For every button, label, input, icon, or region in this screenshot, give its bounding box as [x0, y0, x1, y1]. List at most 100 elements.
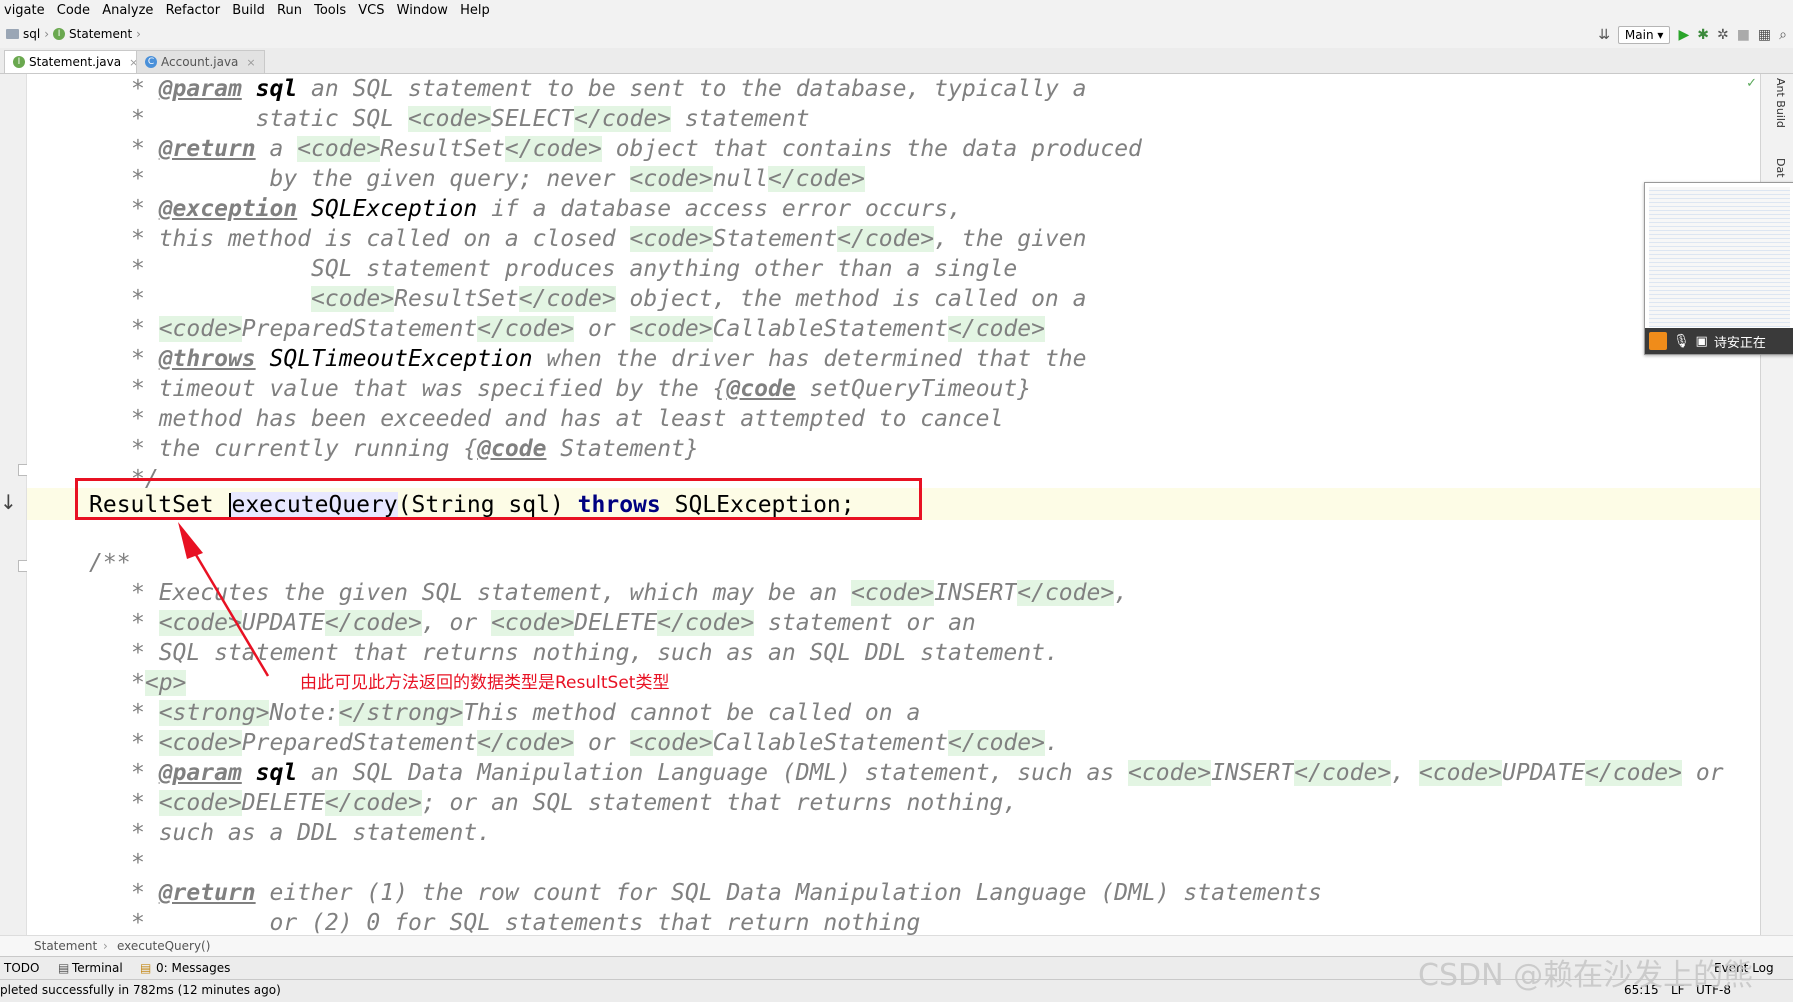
menu-analyze[interactable]: Analyze: [98, 0, 157, 18]
run-configuration-select[interactable]: Main ▾: [1617, 26, 1671, 44]
code-token: @param: [158, 76, 242, 102]
floating-video-thumbnail[interactable]: 🎙 ▣ 诗安正在: [1644, 182, 1793, 355]
toolbar: ⇊ Main ▾ ▶ ✱ ✲ ■ ▦ ⌕: [1598, 22, 1793, 48]
code-line[interactable]: * method has been exceeded and has at le…: [131, 404, 1003, 434]
code-token: an SQL statement to be sent to the datab…: [297, 76, 1087, 102]
code-line[interactable]: * such as a DDL statement.: [131, 818, 491, 848]
code-token: , or: [421, 610, 492, 636]
code-line[interactable]: * Executes the given SQL statement, whic…: [131, 578, 1128, 608]
inspection-ok-icon[interactable]: ✓: [1746, 76, 1757, 91]
menu-help[interactable]: Help: [456, 0, 494, 18]
code-token: INSERT: [1211, 760, 1295, 786]
code-token: statement or an: [754, 610, 976, 636]
code-token: ; or an SQL statement that returns nothi…: [421, 790, 1018, 816]
tab-statement-java[interactable]: I Statement.java ×: [4, 50, 148, 73]
code-token: <code>: [629, 166, 713, 192]
code-line[interactable]: * <code>UPDATE</code>, or <code>DELETE</…: [131, 608, 976, 638]
breadcrumb-project[interactable]: sql: [23, 27, 40, 41]
code-line[interactable]: * SQL statement that returns nothing, su…: [131, 638, 1059, 668]
code-line[interactable]: * SQL statement produces anything other …: [131, 254, 1017, 284]
debug-icon[interactable]: ✱: [1697, 27, 1709, 43]
code-token: <p>: [144, 670, 187, 696]
menu-navigate[interactable]: vigate: [0, 0, 49, 18]
code-token: *: [131, 700, 159, 726]
code-line[interactable]: * this method is called on a closed <cod…: [131, 224, 1086, 254]
code-token: * method has been exceeded and has at le…: [131, 406, 1004, 432]
project-structure-icon[interactable]: ▦: [1758, 27, 1771, 43]
editor-gutter[interactable]: ↓: [0, 74, 30, 944]
terminal-tool-button[interactable]: Terminal: [72, 961, 123, 975]
code-line[interactable]: * by the given query; never <code>null</…: [131, 164, 865, 194]
tab-account-java[interactable]: C Account.java ×: [136, 50, 265, 73]
run-icon[interactable]: ▶: [1678, 27, 1689, 43]
code-token: SQLTimeoutException: [269, 346, 533, 372]
search-icon[interactable]: ⌕: [1779, 27, 1787, 43]
close-icon[interactable]: ×: [246, 56, 255, 69]
menu-tools[interactable]: Tools: [310, 0, 350, 18]
class-icon: C: [145, 56, 157, 68]
screen-share-icon[interactable]: ▣: [1696, 334, 1708, 349]
code-line[interactable]: * @param sql an SQL statement to be sent…: [131, 74, 1087, 104]
code-line[interactable]: *: [131, 848, 145, 878]
code-token: <code>: [1418, 760, 1502, 786]
code-token: @exception: [158, 196, 298, 222]
chevron-right-icon: ›: [103, 939, 108, 953]
menu-run[interactable]: Run: [273, 0, 306, 18]
status-message[interactable]: pleted successfully in 782ms (12 minutes…: [0, 983, 281, 997]
microphone-icon[interactable]: 🎙: [1673, 334, 1690, 349]
code-line[interactable]: * @throws SQLTimeoutException when the d…: [131, 344, 1087, 374]
code-token: *: [131, 76, 159, 102]
code-line[interactable]: * @exception SQLException if a database …: [131, 194, 962, 224]
menu-window[interactable]: Window: [393, 0, 452, 18]
code-token: * the currently running {: [131, 436, 478, 462]
annotation-text: 由此可见此方法返回的数据类型是ResultSet类型: [300, 673, 670, 693]
code-token: CallableStatement: [712, 316, 949, 342]
code-token: sql: [255, 76, 298, 102]
menu-refactor[interactable]: Refactor: [162, 0, 225, 18]
code-line[interactable]: * the currently running {@code Statement…: [131, 434, 699, 464]
code-token: Statement: [712, 226, 838, 252]
code-token: </code>: [948, 316, 1045, 342]
avatar-icon[interactable]: [1649, 332, 1667, 350]
code-token: *: [131, 730, 159, 756]
code-line[interactable]: * <code>PreparedStatement</code> or <cod…: [131, 314, 1045, 344]
code-token: <code>: [491, 610, 575, 636]
code-token: setQueryTimeout}: [795, 376, 1032, 402]
database-tool-button[interactable]: Dat: [1774, 158, 1787, 178]
code-token: *: [131, 196, 159, 222]
code-line[interactable]: *<p>: [131, 668, 187, 698]
code-token: </code>: [1585, 760, 1682, 786]
menu-vcs[interactable]: VCS: [354, 0, 388, 18]
code-line[interactable]: * static SQL <code>SELECT</code> stateme…: [131, 104, 810, 134]
stop-icon[interactable]: ■: [1737, 27, 1750, 43]
code-line[interactable]: * @return either (1) the row count for S…: [131, 878, 1322, 908]
code-line[interactable]: * or (2) 0 for SQL statements that retur…: [131, 908, 920, 938]
menu-build[interactable]: Build: [228, 0, 269, 18]
coverage-icon[interactable]: ✲: [1717, 27, 1729, 43]
code-line[interactable]: /**: [89, 548, 131, 578]
code-line[interactable]: * <code>ResultSet</code> object, the met…: [131, 284, 1086, 314]
breadcrumb-file[interactable]: Statement: [69, 27, 132, 41]
breadcrumb: sql › I Statement ›: [6, 27, 141, 41]
code-line[interactable]: * @return a <code>ResultSet</code> objec…: [131, 134, 1142, 164]
code-line[interactable]: * <code>DELETE</code>; or an SQL stateme…: [131, 788, 1017, 818]
code-token: @return: [158, 880, 256, 906]
code-token: </code>: [948, 730, 1045, 756]
messages-tool-button[interactable]: 0: Messages: [156, 961, 230, 975]
todo-tool-button[interactable]: TODO: [4, 961, 39, 975]
code-token: SQLException: [311, 196, 478, 222]
implemented-arrow-icon[interactable]: ↓: [0, 490, 17, 514]
code-line[interactable]: * @param sql an SQL Data Manipulation La…: [131, 758, 1724, 788]
footer-crumb-class[interactable]: Statement: [34, 939, 97, 953]
build-hammer-icon[interactable]: ⇊: [1598, 27, 1610, 43]
code-line[interactable]: * timeout value that was specified by th…: [131, 374, 1031, 404]
editor-tab-bar: I Statement.java × C Account.java ×: [0, 48, 1793, 74]
menu-code[interactable]: Code: [53, 0, 94, 18]
code-token: <code>: [407, 106, 492, 132]
interface-icon: I: [53, 28, 66, 40]
footer-crumb-method[interactable]: executeQuery(): [117, 939, 210, 953]
ant-build-tool-button[interactable]: Ant Build: [1774, 78, 1787, 128]
code-token: </code>: [518, 286, 616, 312]
code-line[interactable]: * <strong>Note:</strong>This method cann…: [131, 698, 920, 728]
code-line[interactable]: * <code>PreparedStatement</code> or <cod…: [131, 728, 1059, 758]
